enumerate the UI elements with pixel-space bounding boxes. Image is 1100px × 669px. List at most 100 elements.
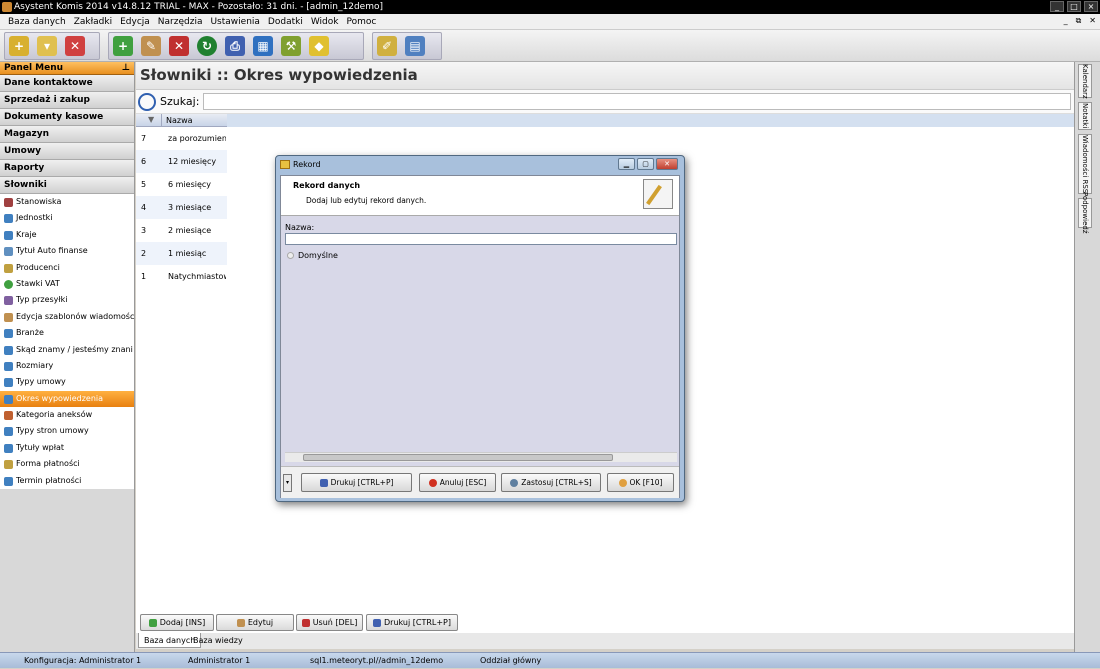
add-record-icon[interactable]: + — [113, 36, 133, 56]
sidebar-item-rozmiary[interactable]: Rozmiary — [0, 358, 134, 374]
table-row[interactable]: 7 za porozumieni... — [136, 127, 227, 150]
dictionary-icon — [4, 394, 13, 404]
book-icon[interactable]: ▤ — [405, 36, 425, 56]
pin-icon[interactable]: ⊥ — [122, 62, 130, 75]
sidebar-item-typy-umowy[interactable]: Typy umowy — [0, 374, 134, 390]
sidebar-item-kraje[interactable]: Kraje — [0, 227, 134, 243]
close-button[interactable]: × — [1084, 1, 1098, 12]
dock-tab-wiadomosci-rss[interactable]: Wiadomości RSS — [1078, 134, 1092, 194]
menu-widok[interactable]: Widok — [311, 17, 339, 27]
dock-tab-notatki[interactable]: Notatki — [1078, 102, 1092, 130]
menu-ustawienia[interactable]: Ustawienia — [210, 17, 259, 27]
calculator-icon[interactable]: ▦ — [253, 36, 273, 56]
mdi-minimize-icon[interactable]: _ — [1064, 16, 1068, 26]
checkbox-icon[interactable] — [287, 252, 294, 259]
default-checkbox[interactable]: Domyślne — [287, 251, 338, 260]
dictionary-icon — [4, 443, 13, 453]
status-database: sql1.meteoryt.pl//admin_12demo — [310, 656, 444, 665]
minimize-button[interactable]: _ — [1050, 1, 1064, 12]
sidebar-item-tytuly-wplat[interactable]: Tytuły wpłat — [0, 440, 134, 456]
tab-baza-wiedzy[interactable]: Baza wiedzy — [188, 633, 248, 648]
dictionary-icon — [4, 279, 13, 289]
delete-button[interactable]: Usuń [DEL] — [296, 614, 363, 631]
sidebar-item-producenci[interactable]: Producenci — [0, 260, 134, 276]
dialog-cancel-button[interactable]: Anuluj [ESC] — [419, 473, 496, 492]
dialog-minimize-button[interactable]: ▁ — [618, 158, 635, 170]
sidebar-item-jednostki[interactable]: Jednostki — [0, 210, 134, 226]
table-row[interactable]: 1 Natychmiastowe — [136, 265, 227, 288]
tag-icon[interactable]: ◆ — [309, 36, 329, 56]
table-row[interactable]: 3 2 miesiące — [136, 219, 227, 242]
dialog-print-button[interactable]: Drukuj [CTRL+P] — [301, 473, 412, 492]
sidebar-item-kategoria-aneksow[interactable]: Kategoria aneksów — [0, 407, 134, 423]
filter-icon[interactable]: ▼ — [148, 115, 154, 124]
sidebar-item-stawki-vat[interactable]: Stawki VAT — [0, 276, 134, 292]
row-id: 3 — [141, 226, 147, 235]
menu-baza-danych[interactable]: Baza danych — [8, 17, 66, 27]
table-row[interactable]: 5 6 miesięcy — [136, 173, 227, 196]
add-button[interactable]: Dodaj [INS] — [140, 614, 214, 631]
menu-zakladki[interactable]: Zakładki — [74, 17, 112, 27]
dock-tab-kalendarz[interactable]: Kalendarz — [1078, 64, 1092, 98]
notes-icon[interactable]: ✐ — [377, 36, 397, 56]
sidebar-item-typy-stron-umowy[interactable]: Typy stron umowy — [0, 423, 134, 439]
row-id: 6 — [141, 157, 147, 166]
edit-record-icon[interactable]: ✎ — [141, 36, 161, 56]
print-button[interactable]: Drukuj [CTRL+P] — [366, 614, 458, 631]
edit-button[interactable]: Edytuj — [216, 614, 294, 631]
sidebar-item-okres-wypowiedzenia[interactable]: Okres wypowiedzenia — [0, 390, 134, 408]
column-header-nazwa[interactable]: Nazwa — [166, 114, 193, 127]
menu-dodatki[interactable]: Dodatki — [268, 17, 303, 27]
print-icon[interactable]: ⎙ — [225, 36, 245, 56]
menu-pomoc[interactable]: Pomoc — [346, 17, 376, 27]
apply-icon — [510, 479, 519, 487]
tools-icon[interactable]: ⚒ — [281, 36, 301, 56]
table-row[interactable]: 6 12 miesięcy — [136, 150, 227, 173]
dialog-ok-button[interactable]: OK [F10] — [607, 473, 674, 492]
maximize-button[interactable]: □ — [1067, 1, 1081, 12]
scrollbar-thumb[interactable] — [303, 454, 613, 461]
category-dane-kontaktowe[interactable]: Dane kontaktowe — [0, 75, 134, 92]
search-input[interactable] — [203, 93, 1072, 110]
sidebar-item-stanowiska[interactable]: Stanowiska — [0, 194, 134, 210]
table-row[interactable]: 4 3 miesiące — [136, 196, 227, 219]
menu-edycja[interactable]: Edycja — [120, 17, 150, 27]
dialog-maximize-button[interactable]: ▢ — [637, 158, 654, 170]
search-icon[interactable] — [138, 92, 156, 111]
name-input[interactable] — [285, 233, 677, 245]
dialog-apply-button[interactable]: Zastosuj [CTRL+S] — [501, 473, 601, 492]
mdi-close-icon[interactable]: ✕ — [1089, 16, 1096, 26]
dictionary-icon — [4, 345, 13, 355]
category-umowy[interactable]: Umowy — [0, 143, 134, 160]
dictionary-icon — [4, 476, 13, 486]
sidebar-item-branze[interactable]: Branże — [0, 325, 134, 341]
sidebar-item-termin-platnosci[interactable]: Termin płatności — [0, 473, 134, 489]
dock-tab-podpowiedz[interactable]: Podpowiedź — [1078, 192, 1092, 234]
options-dropdown[interactable]: ▾ — [283, 474, 292, 492]
sidebar-item-forma-platnosci[interactable]: Forma płatności — [0, 456, 134, 472]
default-checkbox-label: Domyślne — [298, 251, 338, 260]
page-title: Słowniki :: Okres wypowiedzenia — [136, 62, 1074, 90]
new-folder-icon[interactable]: + — [9, 36, 29, 56]
delete-record-icon[interactable]: ✕ — [169, 36, 189, 56]
table-row[interactable]: 2 1 miesiąc — [136, 242, 227, 265]
ok-icon — [618, 479, 627, 487]
category-dokumenty-kasowe[interactable]: Dokumenty kasowe — [0, 109, 134, 126]
menu-narzedzia[interactable]: Narzędzia — [158, 17, 203, 27]
horizontal-scrollbar[interactable] — [285, 452, 677, 462]
mdi-restore-icon[interactable]: ⧉ — [1076, 16, 1082, 26]
refresh-icon[interactable]: ↻ — [197, 36, 217, 56]
sidebar-item-tytul-auto-finanse[interactable]: Tytuł Auto finanse — [0, 243, 134, 259]
open-folder-icon[interactable]: ▾ — [37, 36, 57, 56]
sidebar-item-skad-znamy[interactable]: Skąd znamy / jesteśmy znani — [0, 342, 134, 358]
dialog-close-button[interactable]: ✕ — [656, 158, 678, 170]
category-slowniki[interactable]: Słowniki — [0, 177, 134, 194]
sidebar-item-typ-przesylki[interactable]: Typ przesyłki — [0, 292, 134, 308]
row-id: 4 — [141, 203, 147, 212]
delete-folder-icon[interactable]: ✕ — [65, 36, 85, 56]
category-magazyn[interactable]: Magazyn — [0, 126, 134, 143]
sidebar-item-edycja-szablonow[interactable]: Edycja szablonów wiadomości — [0, 309, 134, 325]
row-id: 2 — [141, 249, 147, 258]
category-sprzedaz-i-zakup[interactable]: Sprzedaż i zakup — [0, 92, 134, 109]
category-raporty[interactable]: Raporty — [0, 160, 134, 177]
